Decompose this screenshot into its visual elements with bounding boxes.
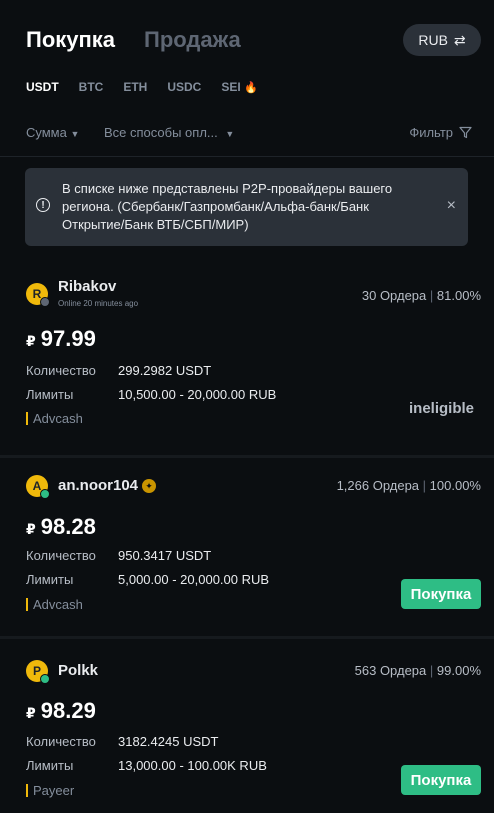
fire-icon: 🔥 [244,82,258,94]
limits-value: 13,000.00 - 100.00K RUB [118,758,267,773]
offer-card: P Polkk 563 Ордера | 99.00% ₽98.29 Колич… [0,643,494,813]
header: Покупка Продажа RUB ⇄ [0,0,494,80]
merchant-name[interactable]: Ribakov [58,278,116,295]
order-count: 30 Ордера [361,288,427,303]
caret-down-icon: ▼ [225,129,235,139]
avatar: A [26,475,50,499]
filter-bar: Сумма ▼ Все способы опл... ▼ Фильтр [26,125,472,143]
limits-label: Лимиты [26,572,74,587]
offer-card: A an.noor104 ✦ 1,266 Ордера | 100.00% ₽98… [0,458,494,636]
quantity-label: Количество [26,363,96,378]
limits-label: Лимиты [26,387,74,402]
amount-filter-label: Сумма [26,125,67,140]
ruble-symbol: ₽ [26,705,36,721]
quantity-value: 3182.4245 USDT [118,734,219,749]
ruble-symbol: ₽ [26,333,36,349]
merchant-stats: 563 Ордера | 99.00% [354,663,481,678]
buy-button[interactable]: Покупка [401,579,481,609]
buy-button[interactable]: Покупка [401,765,481,795]
region-notice: ! В списке ниже представлены P2P-провайд… [25,168,468,246]
payment-method-filter[interactable]: Все способы опл... ▼ [104,125,234,140]
coin-tab-usdc[interactable]: USDC [167,80,201,94]
coin-tabs: USDT BTC ETH USDC SEI 🔥 [26,80,258,94]
price: ₽98.29 [26,698,96,724]
limits-value: 5,000.00 - 20,000.00 RUB [118,572,270,587]
limits-label: Лимиты [26,758,74,773]
tab-buy[interactable]: Покупка [26,27,115,53]
coin-tab-sei-label: SEI [221,80,241,94]
divider [0,636,494,639]
verified-badge-icon: ✦ [142,479,157,494]
merchant-stats: 1,266 Ордера | 100.00% [336,478,481,493]
tab-sell[interactable]: Продажа [144,27,241,53]
amount-filter[interactable]: Сумма ▼ [26,125,79,140]
order-count: 1,266 Ордера [336,478,420,493]
status-dot [40,674,50,684]
funnel-icon [459,126,472,139]
coin-tab-btc[interactable]: BTC [79,80,104,94]
caret-down-icon: ▼ [70,129,80,139]
filter-button[interactable]: Фильтр [409,125,472,140]
merchant-name[interactable]: an.noor104 ✦ [58,477,157,494]
price-value: 98.28 [40,514,96,539]
order-count: 563 Ордера [354,663,427,678]
quantity-label: Количество [26,548,96,563]
payment-method: Advcash [26,411,83,426]
price-value: 98.29 [40,698,96,723]
ineligible-label: ineligible [408,400,474,417]
avatar: P [26,660,50,684]
status-dot [40,297,50,307]
status-dot [40,489,50,499]
currency-selector-button[interactable]: RUB ⇄ [403,24,481,56]
notice-text: В списке ниже представлены P2P-провайдер… [62,181,393,232]
online-status: Online 20 minutes ago [58,299,139,308]
coin-tab-eth[interactable]: ETH [123,80,147,94]
filter-label: Фильтр [409,125,453,140]
merchant-name-text: an.noor104 [58,477,139,494]
limits-value: 10,500.00 - 20,000.00 RUB [118,387,277,402]
price: ₽97.99 [26,326,96,352]
completion-rate: 81.00% [436,288,481,303]
close-icon[interactable]: × [447,197,456,215]
offer-card: R Ribakov Online 20 minutes ago 30 Ордер… [0,270,494,450]
completion-rate: 99.00% [436,663,481,678]
quantity-value: 950.3417 USDT [118,548,212,563]
ruble-symbol: ₽ [26,521,36,537]
coin-tab-sei[interactable]: SEI 🔥 [221,80,257,94]
payment-filter-label: Все способы опл... [104,125,218,140]
currency-label: RUB [418,32,448,48]
merchant-stats: 30 Ордера | 81.00% [361,288,481,303]
divider [0,156,494,157]
merchant-name[interactable]: Polkk [58,662,98,679]
quantity-value: 299.2982 USDT [118,363,212,378]
price: ₽98.28 [26,514,96,540]
swap-icon: ⇄ [453,31,466,48]
price-value: 97.99 [40,326,96,351]
completion-rate: 100.00% [429,478,481,493]
payment-method: Payeer [26,783,74,798]
info-icon: ! [36,198,50,212]
payment-method: Advcash [26,597,83,612]
quantity-label: Количество [26,734,96,749]
avatar: R [26,283,50,307]
coin-tab-usdt[interactable]: USDT [26,80,59,94]
